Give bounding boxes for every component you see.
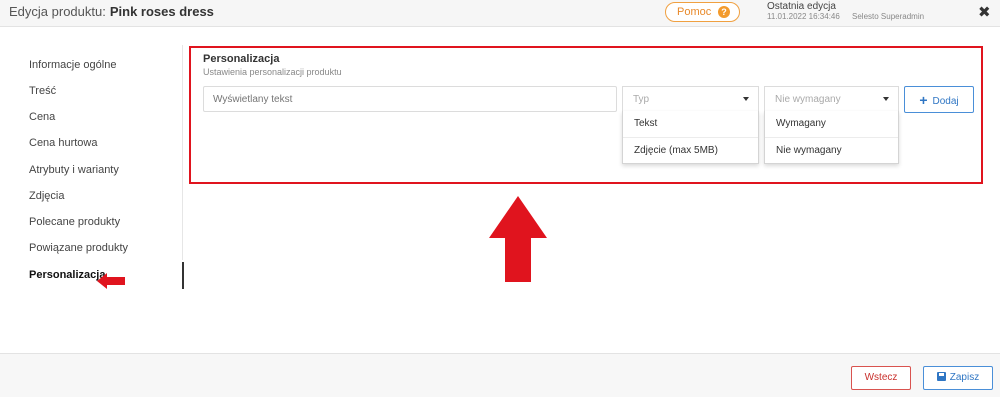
panel-subtitle: Ustawienia personalizacji produktu [203,67,342,77]
sidebar-item-cena[interactable]: Cena [29,111,55,123]
display-text-input[interactable] [203,86,617,112]
footer-bar: Wstecz Zapisz [0,353,1000,397]
question-icon: ? [718,6,730,18]
last-edit-label: Ostatnia edycja [767,1,836,12]
plus-icon: + [919,92,928,108]
sidebar-item-tresc[interactable]: Treść [29,85,56,97]
type-option-tekst[interactable]: Tekst [623,111,758,137]
last-edit-date: 11.01.2022 16:34:46 [767,12,840,21]
active-item-indicator [182,262,184,289]
add-button[interactable]: + Dodaj [904,86,974,113]
panel-title: Personalizacja [203,53,280,65]
help-button[interactable]: Pomoc ? [665,2,740,22]
sidebar-item-powiazane[interactable]: Powiązane produkty [29,242,128,254]
last-edit-user: Selesto Superadmin [852,12,925,21]
product-name: Pink roses dress [109,4,214,19]
page-title: Edycja produktu: Pink roses dress [9,4,214,19]
sidebar-item-polecane[interactable]: Polecane produkty [29,216,120,228]
save-button-label: Zapisz [949,372,980,383]
floppy-disk-icon [936,372,946,381]
personalization-panel: Personalizacja Ustawienia personalizacji… [189,46,983,184]
back-button[interactable]: Wstecz [851,366,911,390]
chevron-down-icon [743,97,749,101]
type-select[interactable]: Typ [622,86,759,112]
sidebar-item-informacje-ogolne[interactable]: Informacje ogólne [29,59,116,71]
left-arrow-annotation [97,273,125,289]
required-select[interactable]: Nie wymagany [764,86,899,112]
sidebar-item-atrybuty[interactable]: Atrybuty i warianty [29,164,119,176]
required-dropdown: Wymagany Nie wymagany [764,111,899,164]
sidebar-divider [182,45,183,260]
page-title-label: Edycja produktu: [9,4,106,19]
up-arrow-annotation [489,196,547,282]
close-icon[interactable]: ✖ [978,3,991,21]
sidebar-item-personalizacja[interactable]: Personalizacja [29,269,105,281]
sidebar-item-zdjecia[interactable]: Zdjęcia [29,190,64,202]
save-button[interactable]: Zapisz [923,366,993,390]
type-dropdown: Tekst Zdjęcie (max 5MB) [622,111,759,164]
add-button-label: Dodaj [932,96,959,107]
required-option-nie-wymagany[interactable]: Nie wymagany [765,137,898,163]
required-select-placeholder: Nie wymagany [775,94,841,105]
type-select-placeholder: Typ [633,94,650,105]
help-button-label: Pomoc [677,6,712,18]
sidebar-item-cena-hurtowa[interactable]: Cena hurtowa [29,137,98,149]
chevron-down-icon [883,97,889,101]
top-bar: Edycja produktu: Pink roses dress Pomoc ?… [0,0,1000,27]
required-option-wymagany[interactable]: Wymagany [765,111,898,137]
type-option-zdjecie[interactable]: Zdjęcie (max 5MB) [623,137,758,163]
